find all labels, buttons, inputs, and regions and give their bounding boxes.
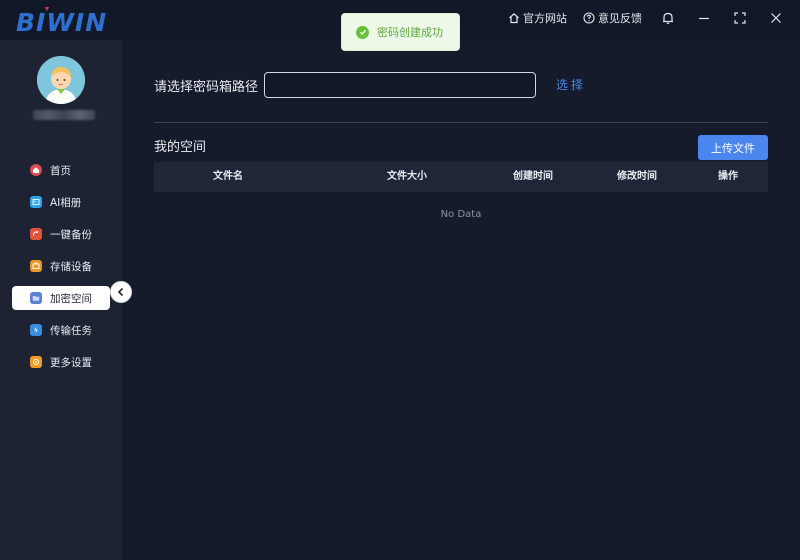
transfer-icon: [30, 324, 42, 336]
sidebar-item-label: 首页: [50, 164, 71, 177]
storage-icon: [30, 260, 42, 272]
backup-icon: [30, 228, 42, 240]
logo-text: BIWIN: [16, 8, 107, 37]
section-divider: [154, 122, 768, 123]
sidebar-item-backup[interactable]: 一键备份: [12, 222, 110, 246]
sidebar-nav: 首页 AI相册 一键备份 存储设备 加密空间 传输任务 更多设置: [0, 158, 122, 382]
sidebar-item-label: 一键备份: [50, 228, 92, 241]
official-site-link[interactable]: 官方网站: [508, 10, 567, 26]
sidebar-item-label: 存储设备: [50, 260, 92, 273]
column-created-time[interactable]: 创建时间: [513, 162, 553, 192]
vault-path-label: 请选择密码箱路径: [154, 80, 259, 95]
column-actions: 操作: [718, 171, 738, 182]
help-circle-icon: [583, 12, 595, 24]
sidebar-item-ai-album[interactable]: AI相册: [12, 190, 110, 214]
close-button[interactable]: [766, 8, 786, 28]
sidebar-item-storage[interactable]: 存储设备: [12, 254, 110, 278]
column-modified-time[interactable]: 修改时间: [617, 162, 657, 192]
minimize-icon: [699, 17, 709, 20]
sidebar-item-more-settings[interactable]: 更多设置: [12, 350, 110, 374]
settings-icon: [30, 356, 42, 368]
bell-icon: [663, 12, 673, 24]
sidebar-item-label: 更多设置: [50, 356, 92, 369]
notification-button[interactable]: [658, 8, 678, 28]
close-icon: [771, 13, 781, 23]
minimize-button[interactable]: [694, 8, 714, 28]
toast-message: 密码创建成功: [377, 26, 443, 39]
success-toast: 密码创建成功: [341, 13, 460, 51]
column-file-size[interactable]: 文件大小: [387, 162, 427, 192]
home-icon: [30, 164, 42, 176]
file-table-header: 文件名 文件大小 创建时间 修改时间 操作: [154, 162, 768, 192]
sidebar-item-encrypted-space[interactable]: 加密空间: [12, 286, 110, 310]
check-circle-icon: [356, 25, 369, 39]
user-avatar-icon: [37, 56, 85, 104]
official-site-label: 官方网站: [523, 12, 567, 25]
upload-file-button[interactable]: 上传文件: [698, 135, 768, 160]
sidebar-item-transfer[interactable]: 传输任务: [12, 318, 110, 342]
folder-lock-icon: [30, 292, 42, 304]
chevron-left-icon: [117, 287, 124, 297]
feedback-link[interactable]: 意见反馈: [583, 10, 642, 26]
fullscreen-icon: [734, 12, 746, 24]
empty-state-text: No Data: [440, 209, 482, 220]
column-file-name[interactable]: 文件名: [213, 162, 243, 192]
username-redacted: [33, 110, 95, 120]
maximize-button[interactable]: [730, 8, 750, 28]
sidebar-item-home[interactable]: 首页: [12, 158, 110, 182]
vault-path-input[interactable]: [264, 72, 536, 98]
sidebar: 首页 AI相册 一键备份 存储设备 加密空间 传输任务 更多设置: [0, 40, 122, 560]
home-outline-icon: [509, 12, 519, 24]
sidebar-item-label: AI相册: [50, 196, 82, 209]
sidebar-item-label: 传输任务: [50, 324, 92, 337]
my-space-title: 我的空间: [154, 140, 207, 155]
collapse-sidebar-button[interactable]: [110, 281, 132, 303]
sidebar-item-label: 加密空间: [50, 292, 92, 305]
photo-icon: [30, 196, 42, 208]
select-path-button[interactable]: 选择: [556, 76, 586, 93]
feedback-label: 意见反馈: [598, 12, 642, 25]
avatar[interactable]: [37, 56, 85, 104]
biwin-logo: BIWIN: [16, 7, 107, 37]
